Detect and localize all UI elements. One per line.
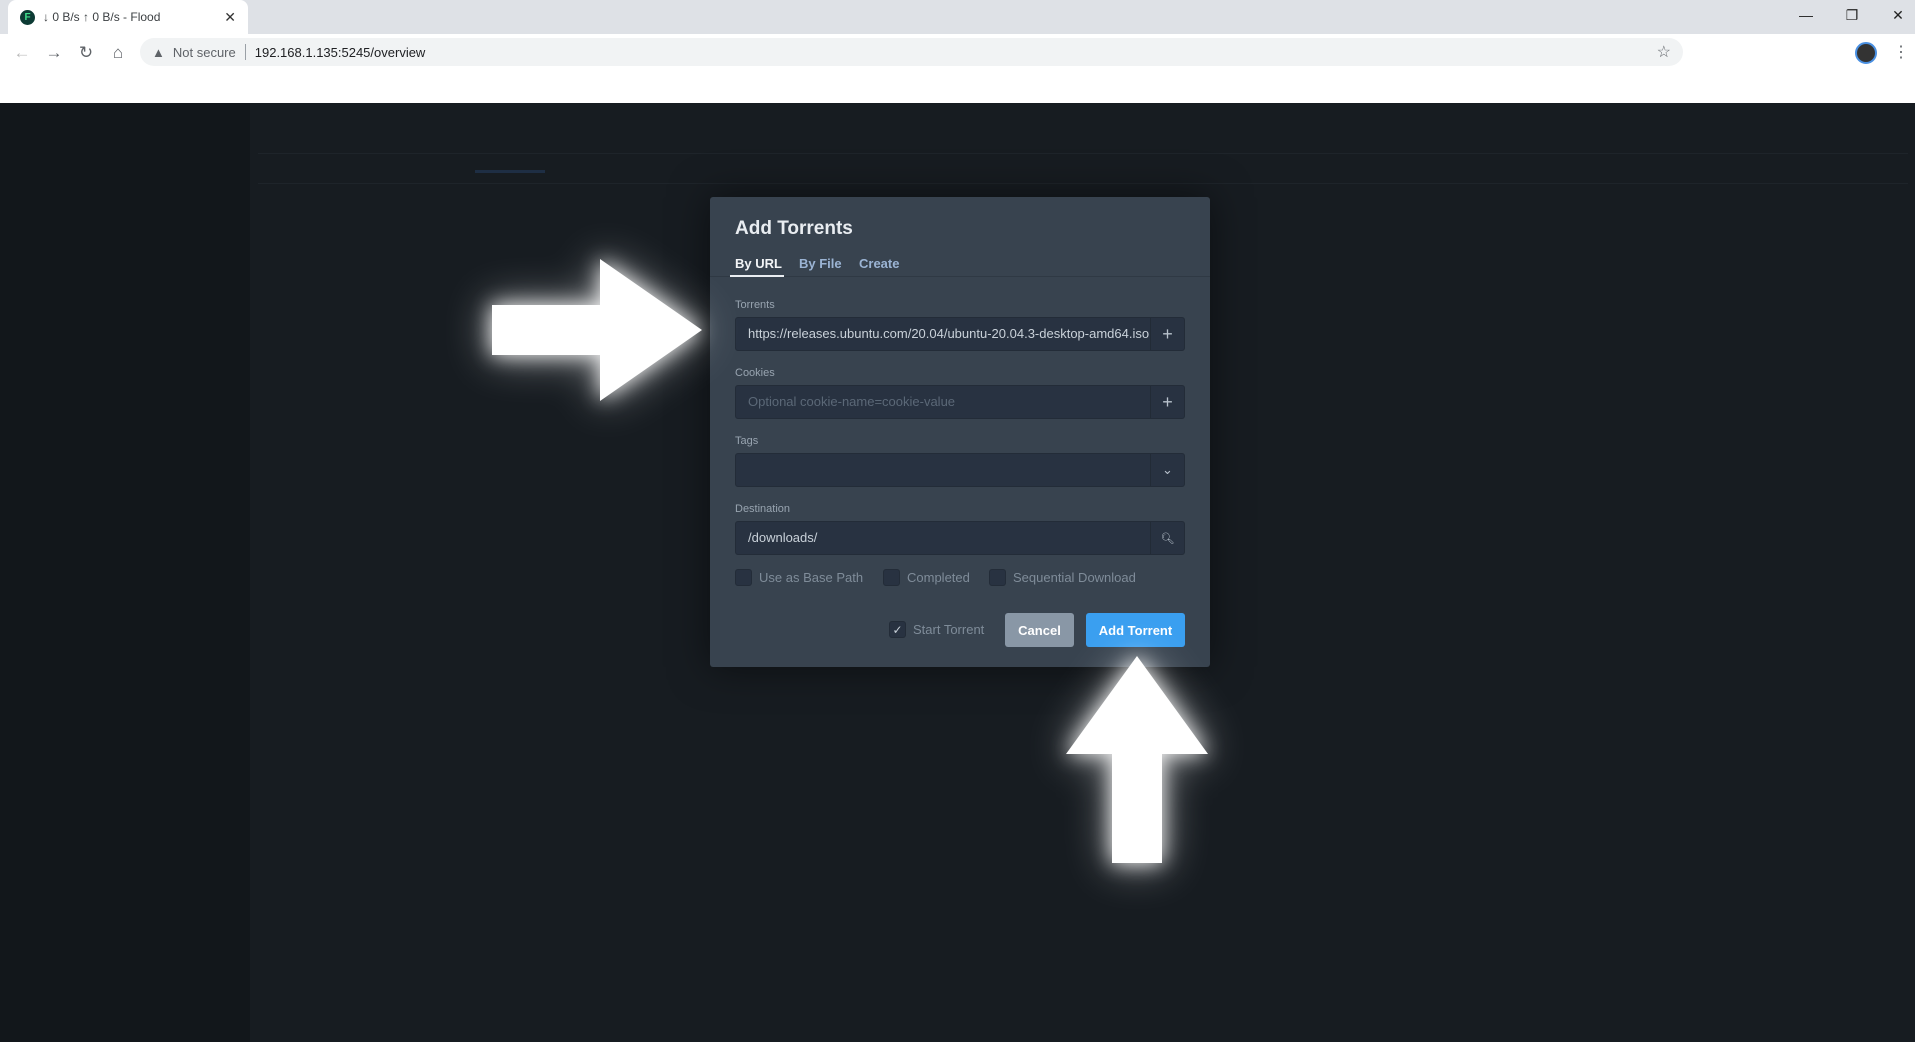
sidebar xyxy=(0,103,250,1042)
destination-label: Destination xyxy=(735,503,791,515)
right-arrow-annotation-icon xyxy=(492,259,702,401)
start-torrent-checkbox[interactable]: ✓ Start Torrent xyxy=(889,621,984,638)
table-header-divider xyxy=(258,153,1908,154)
table-row-divider xyxy=(258,183,1908,184)
home-icon[interactable]: ⌂ xyxy=(106,43,130,63)
cookies-input[interactable]: Optional cookie-name=cookie-value + xyxy=(735,385,1185,419)
browser-tab-strip: F ↓ 0 B/s ↑ 0 B/s - Flood ✕ — ❐ ✕ xyxy=(0,0,1915,34)
use-base-path-checkbox[interactable]: Use as Base Path xyxy=(735,569,863,586)
tab-create[interactable]: Create xyxy=(859,256,899,271)
modal-title: Add Torrents xyxy=(735,218,853,239)
chevron-down-icon[interactable]: ⌄ xyxy=(1150,454,1184,486)
cookies-label: Cookies xyxy=(735,367,775,379)
tab-title: ↓ 0 B/s ↑ 0 B/s - Flood xyxy=(43,10,161,24)
completed-checkbox[interactable]: Completed xyxy=(883,569,970,586)
checkbox-box[interactable] xyxy=(883,569,900,586)
up-arrow-annotation-icon xyxy=(1066,656,1208,863)
checkbox-label: Start Torrent xyxy=(913,622,985,637)
checkbox-box[interactable] xyxy=(735,569,752,586)
security-label[interactable]: Not secure xyxy=(173,45,236,60)
browser-toolbar: ← → ↻ ⌂ ▲ Not secure 192.168.1.135:5245/… xyxy=(0,34,1915,103)
checkbox-box[interactable] xyxy=(989,569,1006,586)
progress-bar xyxy=(475,170,545,173)
menu-kebab-icon[interactable]: ⋮ xyxy=(1893,42,1909,62)
back-icon[interactable]: ← xyxy=(10,43,34,63)
checkbox-label: Use as Base Path xyxy=(759,570,864,585)
tab-by-url[interactable]: By URL xyxy=(735,256,782,271)
destination-value[interactable]: /downloads/ xyxy=(736,522,1150,554)
minimize-icon[interactable]: — xyxy=(1783,0,1829,30)
address-bar[interactable]: ▲ Not secure 192.168.1.135:5245/overview… xyxy=(140,38,1683,66)
profile-avatar[interactable] xyxy=(1855,42,1877,64)
close-window-icon[interactable]: ✕ xyxy=(1875,0,1915,30)
browser-tab[interactable]: F ↓ 0 B/s ↑ 0 B/s - Flood ✕ xyxy=(8,0,248,34)
add-url-plus-icon[interactable]: + xyxy=(1150,318,1184,350)
torrents-url-input[interactable]: https://releases.ubuntu.com/20.04/ubuntu… xyxy=(735,317,1185,351)
search-icon[interactable]: 🔍︎ xyxy=(1150,522,1184,554)
cookies-placeholder[interactable]: Optional cookie-name=cookie-value xyxy=(736,386,1150,418)
add-torrent-button[interactable]: Add Torrent xyxy=(1086,613,1185,647)
torrents-label: Torrents xyxy=(735,299,775,311)
tags-value[interactable] xyxy=(736,454,1150,486)
url-text[interactable]: 192.168.1.135:5245/overview xyxy=(255,45,426,60)
cancel-button[interactable]: Cancel xyxy=(1005,613,1074,647)
flood-favicon-icon: F xyxy=(20,9,35,25)
modal-tabs: By URL By File Create xyxy=(710,247,1210,277)
checkmark-icon[interactable]: ✓ xyxy=(889,621,906,638)
active-tab-indicator xyxy=(730,275,784,277)
close-tab-icon[interactable]: ✕ xyxy=(224,9,236,26)
add-cookie-plus-icon[interactable]: + xyxy=(1150,386,1184,418)
tags-label: Tags xyxy=(735,435,759,447)
restore-icon[interactable]: ❐ xyxy=(1829,0,1875,30)
sequential-download-checkbox[interactable]: Sequential Download xyxy=(989,569,1136,586)
checkbox-label: Completed xyxy=(907,570,970,585)
reload-icon[interactable]: ↻ xyxy=(74,43,98,63)
warning-icon: ▲ xyxy=(152,44,165,60)
tab-by-file[interactable]: By File xyxy=(799,256,842,271)
checkbox-label: Sequential Download xyxy=(1013,570,1136,585)
flood-app-background: Add Torrents By URL By File Create Torre… xyxy=(0,103,1915,1042)
add-torrents-modal: Add Torrents By URL By File Create Torre… xyxy=(710,197,1210,667)
bookmark-star-icon[interactable]: ☆ xyxy=(1657,42,1671,62)
destination-input[interactable]: /downloads/ 🔍︎ xyxy=(735,521,1185,555)
forward-icon[interactable]: → xyxy=(42,43,66,63)
torrents-url-value[interactable]: https://releases.ubuntu.com/20.04/ubuntu… xyxy=(736,318,1150,350)
tags-select[interactable]: ⌄ xyxy=(735,453,1185,487)
divider xyxy=(244,44,246,60)
